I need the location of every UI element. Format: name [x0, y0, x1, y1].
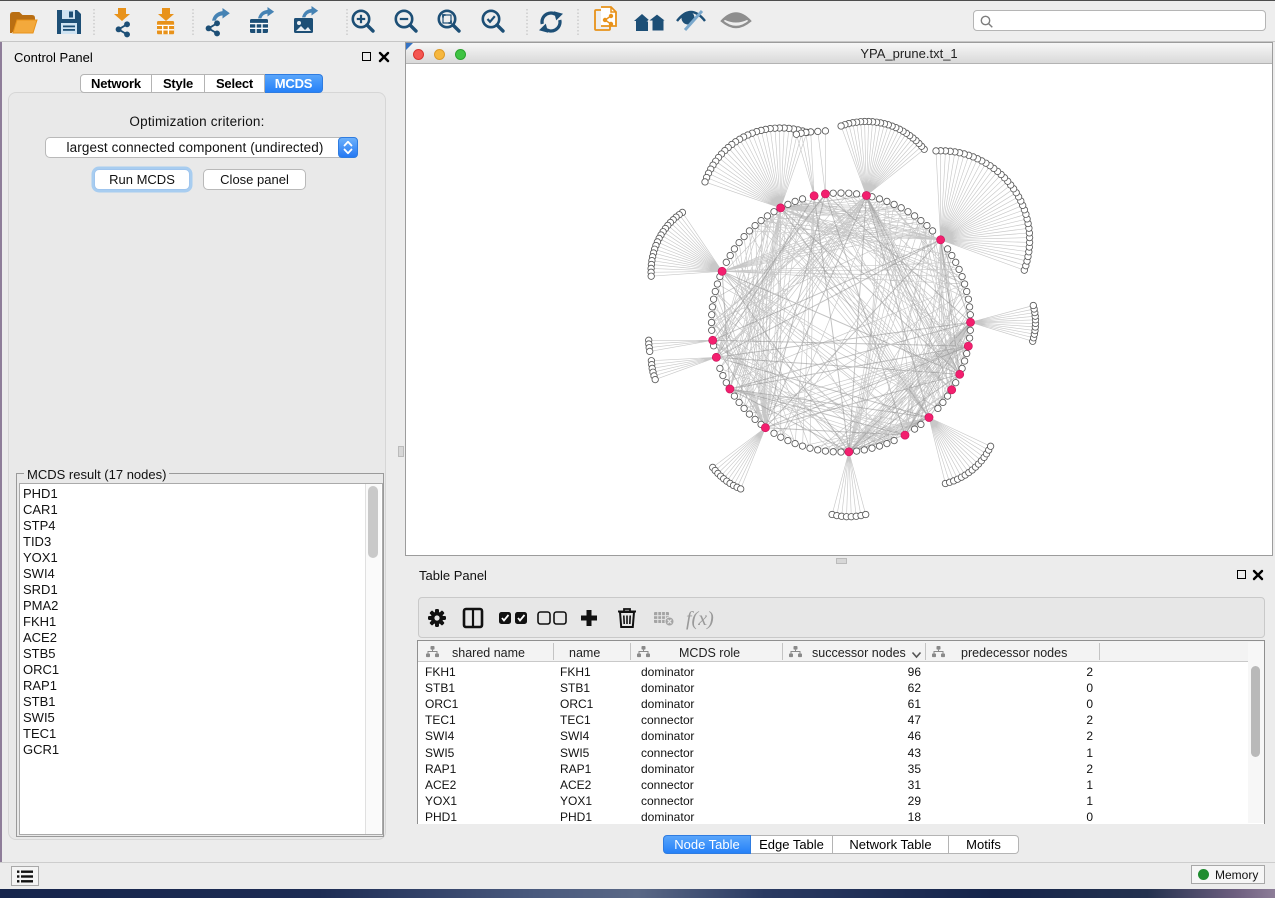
svg-text:f(x): f(x) [686, 608, 714, 630]
